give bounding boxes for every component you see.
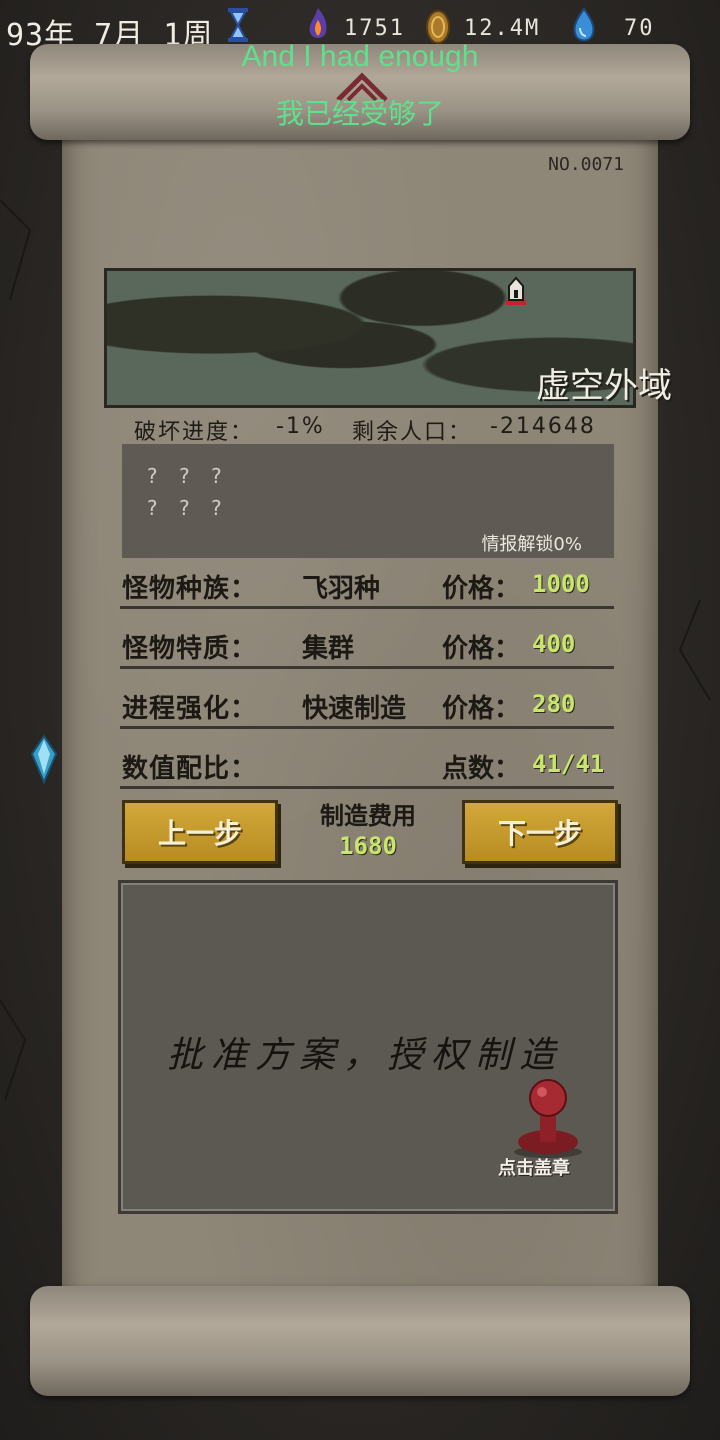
monster-trait-label: 怪物特质： bbox=[122, 634, 258, 664]
hourglass-icon bbox=[228, 8, 248, 42]
destruction-value: -1% bbox=[276, 414, 325, 439]
monster-race-label: 怪物种族： bbox=[122, 574, 258, 604]
monster-race-value[interactable]: 飞羽种 bbox=[302, 568, 380, 605]
row-divider bbox=[120, 726, 614, 729]
flame-icon bbox=[309, 8, 327, 38]
stat-ratio-label: 数值配比： bbox=[122, 754, 258, 784]
card-number: NO.0071 bbox=[548, 154, 624, 175]
row-divider bbox=[120, 666, 614, 669]
coin-value: 12.4M bbox=[464, 16, 541, 41]
stamp-label[interactable]: 点击盖章 bbox=[498, 1154, 570, 1180]
next-step-button[interactable]: 下一步 bbox=[462, 800, 618, 864]
approval-text: 批准方案，授权制造 bbox=[166, 1035, 563, 1076]
monster-trait-price-label: 价格： bbox=[442, 634, 521, 664]
destruction-label: 破坏进度： bbox=[134, 420, 255, 445]
process-enhance-value[interactable]: 快速制造 bbox=[302, 688, 406, 725]
water-value: 70 bbox=[624, 16, 655, 41]
subtitle-chinese: 我已经受够了 bbox=[275, 97, 444, 130]
prev-step-button[interactable]: 上一步 bbox=[122, 800, 278, 864]
monster-trait-price: 400 bbox=[532, 630, 576, 658]
process-enhance-price: 280 bbox=[532, 690, 576, 718]
region-name: 虚空外域 bbox=[536, 366, 672, 406]
population-label: 剩余人口： bbox=[352, 420, 473, 445]
row-divider bbox=[120, 606, 614, 609]
monster-race-price: 1000 bbox=[532, 570, 590, 598]
process-enhance-price-label: 价格： bbox=[442, 694, 521, 724]
intel-line-2: ? ? ? bbox=[146, 496, 227, 520]
points-label: 点数： bbox=[442, 754, 521, 784]
points-value: 41/41 bbox=[532, 750, 605, 778]
castle-marker-icon[interactable] bbox=[500, 272, 532, 308]
stamp-icon[interactable] bbox=[506, 1076, 586, 1160]
scroll-bottom-rod bbox=[30, 1286, 690, 1396]
flame-value: 1751 bbox=[344, 16, 405, 41]
intel-unlock-status: 情报解锁0% bbox=[481, 534, 582, 555]
monster-race-price-label: 价格： bbox=[442, 574, 521, 604]
row-divider bbox=[120, 786, 614, 789]
monster-trait-value[interactable]: 集群 bbox=[302, 628, 354, 665]
population-value: -214648 bbox=[490, 414, 596, 439]
process-enhance-label: 进程强化： bbox=[122, 694, 258, 724]
water-drop-icon bbox=[573, 7, 595, 42]
intel-line-1: ? ? ? bbox=[146, 464, 227, 488]
crystal-icon[interactable] bbox=[28, 734, 60, 784]
cost-label: 制造费用 bbox=[320, 802, 416, 830]
cost-value: 1680 bbox=[339, 832, 397, 860]
subtitle-english: And I had enough bbox=[241, 40, 479, 73]
